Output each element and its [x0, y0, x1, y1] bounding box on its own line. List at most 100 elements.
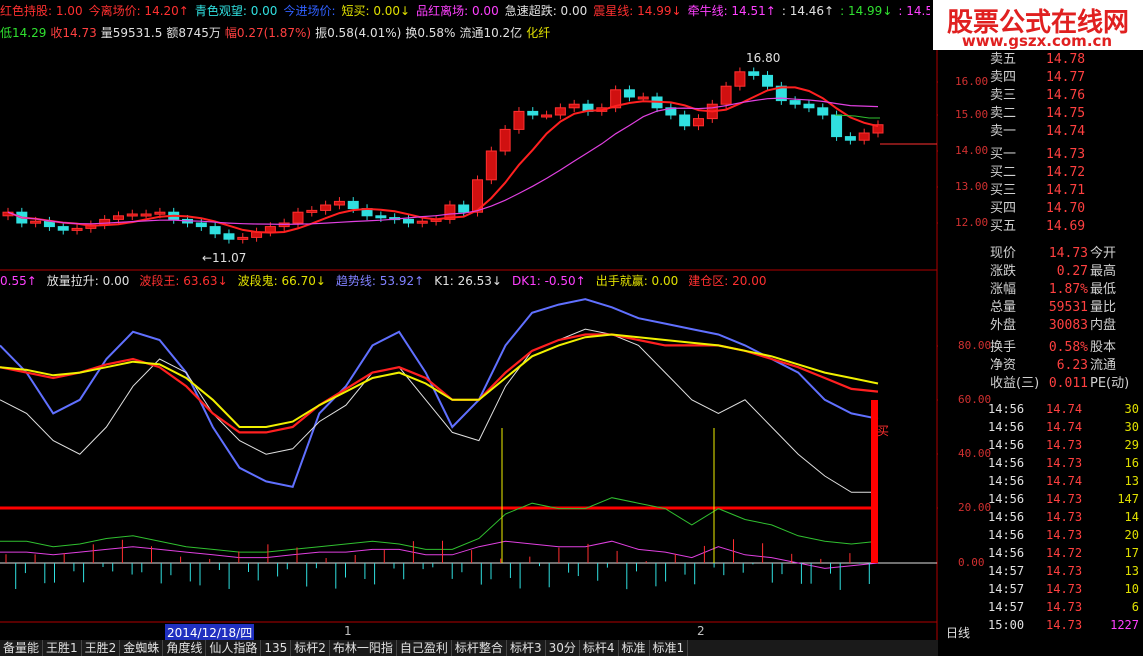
tick-time: 14:57	[988, 564, 1025, 578]
info-item: 低14.29	[0, 26, 47, 40]
order-book-row: 买四 14.70	[988, 199, 1143, 219]
order-book-row: 卖四 14.77	[988, 68, 1143, 88]
candle-body	[527, 110, 539, 116]
formula-tab[interactable]: 标准1	[650, 640, 689, 656]
order-side-label: 卖二	[990, 106, 1017, 121]
stat-row: 涨跌 0.27 最高	[988, 262, 1143, 282]
candle-body	[333, 200, 345, 206]
top-indicator: 牵牛线: 14.51↑	[687, 4, 776, 18]
stat-label-2: 股本	[1090, 340, 1117, 355]
tick-time: 14:56	[988, 438, 1025, 452]
stat-row: 现价 14.73 今开	[988, 244, 1143, 264]
formula-tab[interactable]: 自己盈利	[397, 640, 452, 656]
info-item: 振0.58(4.01%)	[315, 26, 402, 40]
green-line	[0, 497, 879, 553]
order-price: 14.69	[1046, 219, 1086, 234]
stat-value: 14.73	[1048, 246, 1088, 261]
stat-row: 外盘 30083 内盘	[988, 316, 1143, 336]
tick-time: 14:56	[988, 402, 1025, 416]
stat-value: 6.23	[1056, 358, 1088, 373]
tick-row: 14:56 14.73 20	[988, 526, 1143, 544]
stat-label-2: 流通	[1090, 358, 1117, 373]
period-selector[interactable]: 日线	[946, 624, 970, 641]
indicator-item: 趋势线: 53.92↑	[335, 274, 425, 288]
order-side-label: 卖三	[990, 88, 1017, 103]
tick-volume: 16	[1124, 456, 1139, 470]
order-price: 14.70	[1046, 201, 1086, 216]
candle-body	[858, 132, 870, 141]
tick-volume: 20	[1124, 528, 1139, 542]
top-indicator: 震星线: 14.99↓	[593, 4, 682, 18]
stat-label: 涨跌	[990, 264, 1017, 279]
stat-label: 外盘	[990, 318, 1017, 333]
candle-body	[264, 226, 276, 233]
stat-label: 涨幅	[990, 282, 1017, 297]
stat-value: 1.87%	[1048, 282, 1088, 297]
tick-time: 14:56	[988, 492, 1025, 506]
candle-body	[320, 204, 332, 211]
tick-row: 14:56 14.73 14	[988, 508, 1143, 526]
formula-tab[interactable]: 标准	[619, 640, 650, 656]
tick-price: 14.73	[1046, 564, 1083, 578]
formula-tab[interactable]: 仙人指路	[206, 640, 262, 656]
order-price: 14.72	[1046, 165, 1086, 180]
stat-row: 净资 6.23 流通	[988, 356, 1143, 376]
tick-volume: 13	[1124, 564, 1139, 578]
tick-time: 14:56	[988, 420, 1025, 434]
buy-signal-label: 买	[877, 424, 890, 438]
candle-body	[844, 136, 856, 141]
order-price: 14.74	[1046, 124, 1086, 139]
candle-body	[375, 215, 387, 219]
candle-body	[734, 71, 746, 87]
stat-value: 59531	[1048, 300, 1088, 315]
tick-volume: 10	[1124, 582, 1139, 596]
candle-body	[57, 226, 69, 231]
stat-label-2: 最低	[1090, 282, 1117, 297]
top-indicator: 品红离场: 0.00	[416, 4, 499, 18]
order-book-row: 买三 14.71	[988, 181, 1143, 201]
order-book-row: 卖三 14.76	[988, 86, 1143, 106]
formula-tab[interactable]: 布林一阳指	[330, 640, 397, 656]
indicator-item: 出手就赢: 0.00	[595, 274, 679, 288]
top-indicator: : 14.46↑	[781, 4, 835, 18]
tick-volume: 29	[1124, 438, 1139, 452]
tick-price: 14.73	[1046, 492, 1083, 506]
tick-price: 14.73	[1046, 618, 1083, 632]
formula-tab[interactable]: 备量能	[0, 640, 44, 656]
tick-time: 14:57	[988, 600, 1025, 614]
ma-short-line	[7, 86, 879, 234]
date-label: 2014/12/18/四	[165, 624, 255, 641]
formula-tab[interactable]: 金蜘蛛	[120, 640, 164, 656]
formula-tab[interactable]: 135	[261, 640, 292, 656]
formula-tab[interactable]: 标杆2	[291, 640, 330, 656]
tick-row: 14:56 14.73 29	[988, 436, 1143, 454]
tick-price: 14.73	[1046, 456, 1083, 470]
candle-body	[458, 204, 470, 213]
indicator-item: DK1: -0.50↑	[511, 274, 586, 288]
formula-tab[interactable]: 王胜1	[43, 640, 82, 656]
stat-row: 收益(三) 0.011 PE(动)	[988, 374, 1143, 394]
formula-tab[interactable]: 角度线	[163, 640, 207, 656]
info-item: 量59531.5	[100, 26, 163, 40]
stat-label-2: 最高	[1090, 264, 1117, 279]
candle-body	[817, 107, 829, 116]
formula-tab[interactable]: 标杆整合	[452, 640, 507, 656]
formula-tab[interactable]: 标杆3	[507, 640, 546, 656]
tick-row: 15:00 14.73 1227	[988, 616, 1143, 634]
candle-body	[568, 103, 580, 109]
indicator-item: K1: 26.53↓	[434, 274, 502, 288]
info-item: 流通10.2亿	[459, 26, 523, 40]
indicator-item: 放量拉升: 0.00	[46, 274, 130, 288]
candle-body	[140, 213, 152, 217]
info-item: 化纤	[526, 26, 551, 40]
order-side-label: 买四	[990, 201, 1017, 216]
stat-value: 0.58%	[1048, 340, 1088, 355]
formula-tab[interactable]: 标杆4	[580, 640, 619, 656]
chart-area[interactable]	[0, 0, 938, 640]
price-info-bar: 低14.29 收14.73 量59531.5 额8745万 幅0.27(1.87%) 振0…	[0, 24, 930, 42]
stat-value: 30083	[1048, 318, 1088, 333]
formula-tab[interactable]: 30分	[546, 640, 580, 656]
formula-tab[interactable]: 王胜2	[82, 640, 121, 656]
order-side-label: 卖一	[990, 124, 1017, 139]
candle-body	[209, 226, 221, 235]
